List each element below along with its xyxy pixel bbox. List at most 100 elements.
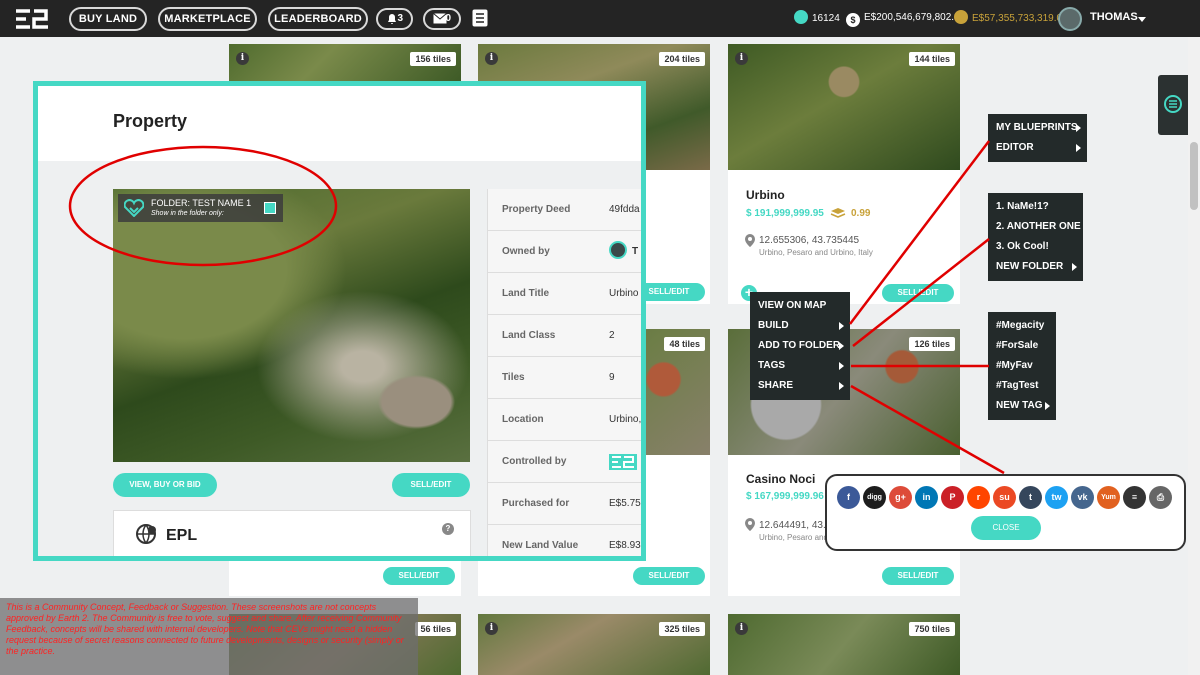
digg-icon[interactable]: digg: [863, 486, 886, 509]
deed-value[interactable]: T: [632, 246, 638, 257]
deed-value: 9: [609, 372, 615, 383]
close-button[interactable]: CLOSE: [971, 516, 1041, 540]
deed-row: Location Urbino,: [488, 399, 641, 441]
sell-edit-button[interactable]: SELL/EDIT: [392, 473, 470, 497]
help-icon[interactable]: ?: [442, 523, 454, 535]
show-in-folder-checkbox[interactable]: [264, 202, 276, 214]
deed-value: Urbino: [609, 288, 639, 299]
deed-label: Purchased for: [502, 498, 570, 509]
deed-label: Tiles: [502, 372, 525, 383]
owner-avatar[interactable]: [609, 241, 627, 259]
menu-item-tag[interactable]: #Megacity: [988, 316, 1056, 336]
yummly-icon[interactable]: Yum: [1097, 486, 1120, 509]
sell-edit-button[interactable]: SELL/EDIT: [383, 567, 455, 585]
menu-item-build[interactable]: BUILD: [750, 316, 850, 336]
info-icon[interactable]: i: [735, 622, 748, 635]
menu-item-editor[interactable]: EDITOR: [988, 138, 1087, 158]
vk-icon[interactable]: vk: [1071, 486, 1094, 509]
gold-stack-icon: [954, 10, 968, 24]
info-icon[interactable]: i: [485, 52, 498, 65]
view-buy-bid-button[interactable]: VIEW, BUY OR BID: [113, 473, 217, 497]
chevron-right-icon: [1045, 402, 1050, 410]
deed-row: Property Deed 49fdda: [488, 189, 641, 231]
tumblr-icon[interactable]: t: [1019, 486, 1042, 509]
menu-item-new-folder[interactable]: NEW FOLDER: [988, 257, 1083, 277]
build-submenu: MY BLUEPRINTS EDITOR: [988, 114, 1087, 162]
buffer-icon[interactable]: ≡: [1123, 486, 1146, 509]
property-card[interactable]: i 325 tiles: [478, 614, 710, 675]
menu-item-tags[interactable]: TAGS: [750, 356, 850, 376]
messages-count: 0: [445, 13, 451, 24]
globe-pin-icon: [136, 524, 156, 544]
deed-label: New Land Value: [502, 540, 579, 551]
deed-label: Land Class: [502, 330, 556, 341]
menu-item-share[interactable]: SHARE: [750, 376, 850, 396]
tiles-badge: 126 tiles: [909, 337, 955, 351]
menu-item-tag[interactable]: #ForSale: [988, 336, 1056, 356]
username: THOMAS: [1090, 11, 1138, 23]
list-icon[interactable]: [472, 9, 488, 27]
earth2-logo[interactable]: [14, 8, 50, 30]
chevron-down-icon: [1138, 17, 1146, 22]
tiles-badge: 56 tiles: [415, 622, 456, 636]
info-icon[interactable]: i: [735, 52, 748, 65]
epl-panel: EPL ?: [113, 510, 471, 556]
pinterest-icon[interactable]: P: [941, 486, 964, 509]
menu-item-tag[interactable]: #MyFav: [988, 356, 1056, 376]
menu-item-new-tag[interactable]: NEW TAG: [988, 396, 1056, 416]
messages-button[interactable]: 0: [423, 8, 461, 30]
leaderboard-button[interactable]: LEADERBOARD: [268, 7, 368, 31]
earth2-heart-icon: [124, 199, 144, 217]
tiles-badge: 156 tiles: [410, 52, 456, 66]
page-scrollbar[interactable]: [1188, 37, 1200, 675]
deed-label: Location: [502, 414, 544, 425]
modal-header: Property: [38, 86, 641, 161]
stumbleupon-icon[interactable]: su: [993, 486, 1016, 509]
print-icon[interactable]: ⎙: [1149, 486, 1172, 509]
linkedin-icon[interactable]: in: [915, 486, 938, 509]
folder-badge[interactable]: FOLDER: TEST NAME 1 Show in the folder o…: [118, 194, 283, 222]
page-title: Property: [113, 111, 188, 131]
deed-label: Controlled by: [502, 456, 567, 467]
property-card[interactable]: i 144 tiles Urbino $ 191,999,999.95 0.99…: [728, 44, 960, 304]
chevron-right-icon: [1076, 124, 1081, 132]
notifications-button[interactable]: 3: [376, 8, 413, 30]
scrollbar-thumb[interactable]: [1190, 142, 1198, 210]
deed-label: Owned by: [502, 246, 550, 257]
tiles-badge: 144 tiles: [909, 52, 955, 66]
side-panel-toggle[interactable]: [1158, 75, 1188, 135]
bell-icon: [388, 14, 396, 24]
deed-value: 2: [609, 330, 615, 341]
share-popup: f digg g+ in P r su t tw vk Yum ≡ ⎙ CLOS…: [825, 474, 1186, 551]
property-card[interactable]: i 750 tiles: [728, 614, 960, 675]
card-title[interactable]: Urbino: [746, 188, 785, 202]
deed-row: Land Class 2: [488, 315, 641, 357]
property-modal: Property FOLDER: TEST NAME 1 Show in the…: [33, 81, 646, 561]
menu-item-tag[interactable]: #TagTest: [988, 376, 1056, 396]
twitter-icon[interactable]: tw: [1045, 486, 1068, 509]
info-icon[interactable]: i: [236, 52, 249, 65]
info-icon[interactable]: i: [485, 622, 498, 635]
card-title[interactable]: Casino Noci: [746, 472, 815, 486]
menu-item-folder[interactable]: 3. Ok Cool!: [988, 237, 1083, 257]
menu-item-folder[interactable]: 1. NaMe!1?: [988, 197, 1083, 217]
sell-edit-button[interactable]: SELL/EDIT: [882, 284, 954, 302]
essence-coin-icon: [794, 10, 808, 24]
reddit-icon[interactable]: r: [967, 486, 990, 509]
deed-row: New Land Value E$8.93: [488, 525, 641, 556]
marketplace-button[interactable]: MARKETPLACE: [158, 7, 257, 31]
dollar-icon: $: [846, 13, 860, 27]
facebook-icon[interactable]: f: [837, 486, 860, 509]
sell-edit-button[interactable]: SELL/EDIT: [633, 567, 705, 585]
menu-item-add-to-folder[interactable]: ADD TO FOLDER: [750, 336, 850, 356]
tiles-badge: 204 tiles: [659, 52, 705, 66]
location-pin-icon: [745, 234, 755, 247]
sell-edit-button[interactable]: SELL/EDIT: [882, 567, 954, 585]
menu-item-folder[interactable]: 2. ANOTHER ONE: [988, 217, 1083, 237]
epl-title: EPL: [166, 527, 198, 544]
google-plus-icon[interactable]: g+: [889, 486, 912, 509]
menu-item-view-on-map[interactable]: VIEW ON MAP: [750, 296, 850, 316]
property-satellite-image: FOLDER: TEST NAME 1 Show in the folder o…: [113, 189, 470, 462]
menu-item-my-blueprints[interactable]: MY BLUEPRINTS: [988, 118, 1087, 138]
buy-land-button[interactable]: BUY LAND: [69, 7, 147, 31]
